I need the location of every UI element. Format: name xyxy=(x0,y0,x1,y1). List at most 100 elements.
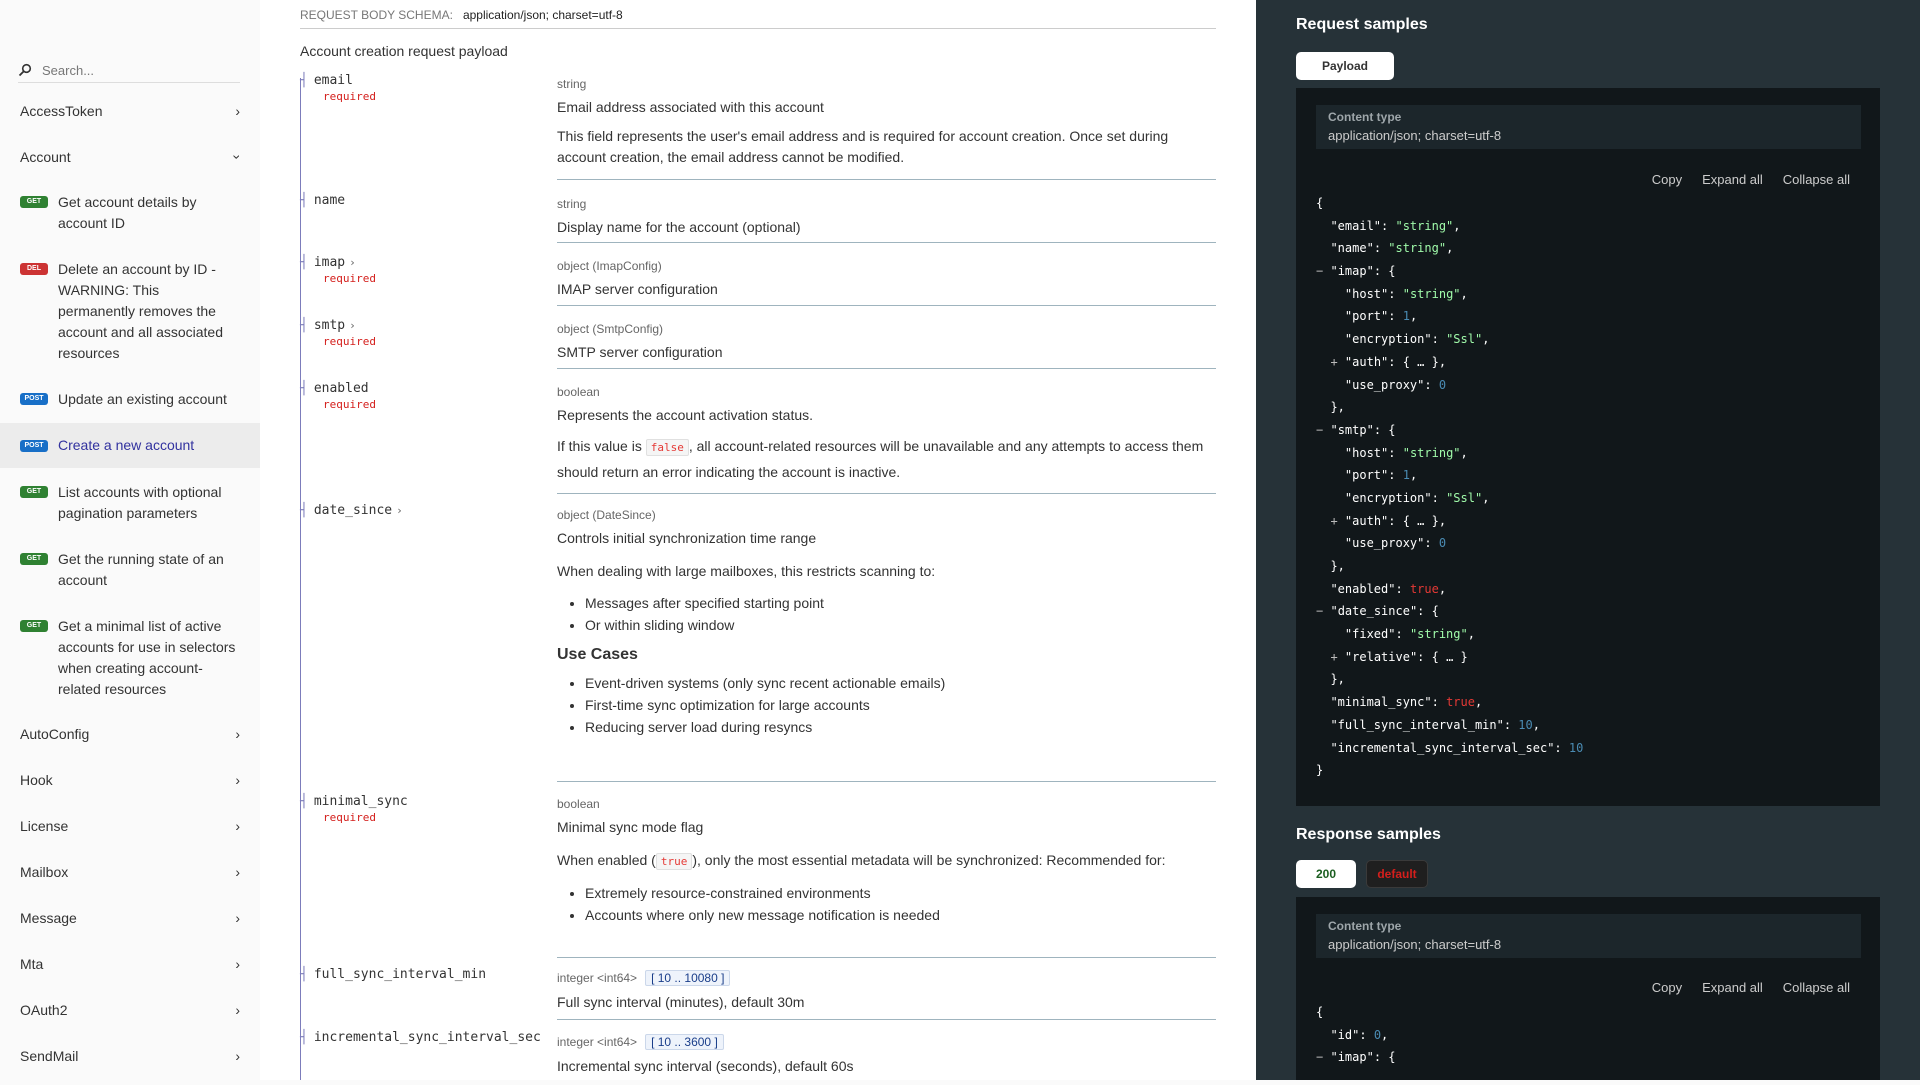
chevron-right-icon: › xyxy=(235,1048,240,1064)
copy-button[interactable]: Copy xyxy=(1652,980,1682,995)
code-line: − "smtp": { xyxy=(1316,422,1396,437)
divider xyxy=(557,242,1216,243)
sidebar-group-accesstoken[interactable]: AccessToken › xyxy=(0,95,260,127)
request-sample-box: Content type application/json; charset=u… xyxy=(1296,88,1880,806)
chevron-right-icon: › xyxy=(235,103,240,119)
prop-summary: Controls initial synchronization time ra… xyxy=(557,530,817,546)
sidebar-group-label: Message xyxy=(20,910,77,926)
prop-smtp[interactable]: ┤ smtp › required xyxy=(300,318,376,348)
collapse-all-button[interactable]: Collapse all xyxy=(1783,980,1850,995)
sidebar-group-label: License xyxy=(20,818,69,834)
expand-all-button[interactable]: Expand all xyxy=(1702,980,1763,995)
sidebar-op-list-accounts[interactable]: GET List accounts with optional paginatio… xyxy=(0,482,260,524)
prop-date-since-name: date_since xyxy=(313,503,393,518)
prop-imap[interactable]: ┤ imap › required xyxy=(300,255,376,285)
code-line: { xyxy=(1316,196,1324,210)
prop-incremental-sync-detail: integer <int64> [ 10 .. 3600 ] Incrementa… xyxy=(557,1034,1216,1085)
tab-payload[interactable]: Payload xyxy=(1296,52,1394,80)
sidebar-group-mailbox[interactable]: Mailbox › xyxy=(0,856,260,888)
inline-code: false xyxy=(645,439,689,456)
sidebar-op-get-account[interactable]: GET Get account details by account ID xyxy=(0,192,260,234)
divider xyxy=(557,781,1216,782)
search-input[interactable] xyxy=(40,61,234,79)
sidebar-group-hook[interactable]: Hook › xyxy=(0,764,260,796)
content-type-box: Content type application/json; charset=u… xyxy=(1316,914,1861,958)
prop-detail-pre: When enabled ( xyxy=(557,852,656,868)
sidebar-group-oauth2[interactable]: OAuth2 › xyxy=(0,994,260,1026)
schema-value: application/json; charset=utf-8 xyxy=(462,8,623,22)
divider xyxy=(557,493,1216,494)
prop-email-name: email xyxy=(313,73,353,88)
bullet-list: Extremely resource-constrained environme… xyxy=(557,882,1216,926)
prop-full-sync-detail: integer <int64> [ 10 .. 10080 ] Full sync… xyxy=(557,970,1216,1021)
prop-type: integer <int64> xyxy=(557,971,638,985)
code-line: "incremental_sync_interval_sec": 10 xyxy=(1330,740,1584,755)
sample-actions: Copy Expand all Collapse all xyxy=(1632,980,1850,995)
main-content: REQUEST BODY SCHEMA: application/json; ch… xyxy=(260,0,1256,1080)
code-line: "encryption": "Ssl", xyxy=(1344,490,1490,505)
list-item: Extremely resource-constrained environme… xyxy=(585,882,1216,904)
required-label: required xyxy=(323,335,376,348)
tab-response-200[interactable]: 200 xyxy=(1296,860,1356,888)
code-line: − "imap": { xyxy=(1316,1050,1396,1065)
prop-name-detail: string Display name for the account (opt… xyxy=(557,197,1216,246)
collapse-all-button[interactable]: Collapse all xyxy=(1783,172,1850,187)
expand-arrow-icon: › xyxy=(349,319,356,332)
sidebar-group-label: Mta xyxy=(20,956,44,972)
prop-summary: Full sync interval (minutes), default 30… xyxy=(557,994,805,1010)
divider xyxy=(557,1019,1216,1020)
sidebar-group-mta[interactable]: Mta › xyxy=(0,948,260,980)
chevron-right-icon: › xyxy=(235,772,240,788)
expand-arrow-icon: › xyxy=(396,504,403,517)
sidebar-group-label: SendMail xyxy=(20,1048,79,1064)
prop-type: string xyxy=(557,77,587,91)
schema-description: Account creation request payload xyxy=(300,43,508,59)
chevron-right-icon: › xyxy=(235,864,240,880)
sidebar-group-account[interactable]: Account › xyxy=(0,141,260,173)
prop-date-since[interactable]: ┤ date_since › xyxy=(300,503,403,518)
content-type-box: Content type application/json; charset=u… xyxy=(1316,105,1861,149)
code-line: }, xyxy=(1316,559,1345,573)
request-json: { "email": "string", "name": "string", − … xyxy=(1316,192,1583,782)
method-badge: POST xyxy=(20,393,48,405)
code-line: { xyxy=(1316,1005,1324,1019)
prop-imap-detail: object (ImapConfig) IMAP server configur… xyxy=(557,259,1216,308)
copy-button[interactable]: Copy xyxy=(1652,172,1682,187)
prop-summary: SMTP server configuration xyxy=(557,344,723,360)
sidebar-group-sendmail[interactable]: SendMail › xyxy=(0,1040,260,1072)
op-label: Delete an account by ID - WARNING: This … xyxy=(58,261,223,361)
op-label: Get account details by account ID xyxy=(58,194,197,231)
chevron-right-icon: › xyxy=(235,1002,240,1018)
list-item: Reducing server load during resyncs xyxy=(585,716,1216,738)
sidebar-group-license[interactable]: License › xyxy=(0,810,260,842)
code-line: "fixed": "string", xyxy=(1344,627,1475,642)
sidebar-group-label: Mailbox xyxy=(20,864,69,880)
prop-enabled: ┤ enabled required xyxy=(300,381,376,411)
method-badge: GET xyxy=(20,620,48,632)
prop-smtp-detail: object (SmtpConfig) SMTP server configur… xyxy=(557,322,1216,371)
sidebar-op-delete-account[interactable]: DEL Delete an account by ID - WARNING: Th… xyxy=(0,259,260,364)
method-badge: GET xyxy=(20,486,48,498)
code-line: − "date_since": { xyxy=(1316,604,1439,619)
sidebar-group-autoconfig[interactable]: AutoConfig › xyxy=(0,718,260,750)
divider xyxy=(557,305,1216,306)
expand-all-button[interactable]: Expand all xyxy=(1702,172,1763,187)
code-line: } xyxy=(1316,763,1324,778)
prop-enabled-name: enabled xyxy=(313,381,369,396)
range-badge: [ 10 .. 3600 ] xyxy=(645,1034,724,1050)
prop-summary: Email address associated with this accou… xyxy=(557,99,824,115)
list-item: First-time sync optimization for large a… xyxy=(585,694,1216,716)
request-samples-title: Request samples xyxy=(1296,16,1428,33)
sidebar-group-message[interactable]: Message › xyxy=(0,902,260,934)
sidebar-op-create-account[interactable]: POST Create a new account xyxy=(0,423,260,468)
divider xyxy=(557,957,1216,958)
response-samples-title: Response samples xyxy=(1296,826,1441,843)
sidebar-op-account-state[interactable]: GET Get the running state of an account xyxy=(0,549,260,591)
op-label: Get a minimal list of active accounts fo… xyxy=(58,618,236,697)
prop-smtp-name: smtp xyxy=(313,318,346,333)
tab-response-default[interactable]: default xyxy=(1366,860,1428,888)
sidebar-op-account-list-minimal[interactable]: GET Get a minimal list of active accounts… xyxy=(0,616,260,700)
samples-panel: Request samples Payload Content type app… xyxy=(1256,0,1920,1080)
sidebar-op-update-account[interactable]: POST Update an existing account xyxy=(0,389,260,410)
code-line: "use_proxy": 0 xyxy=(1344,377,1447,392)
